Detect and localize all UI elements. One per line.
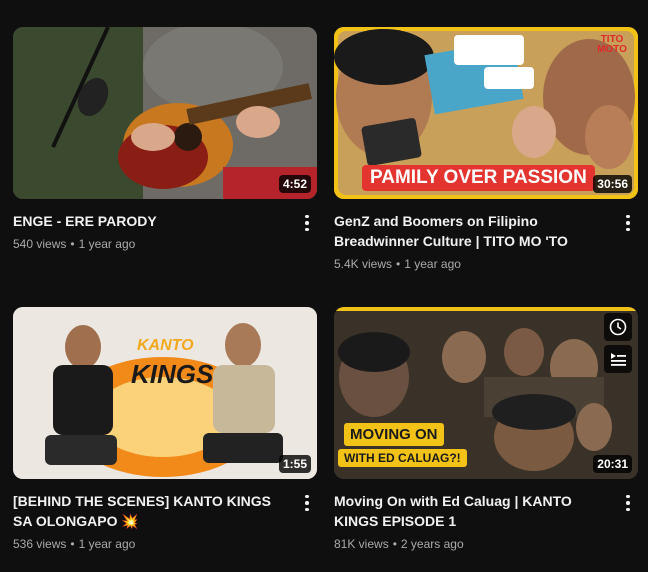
video-card[interactable]: TITO MOTO PAMILY OVER PASSION 30:56 GenZ…	[334, 27, 640, 271]
upload-age: 1 year ago	[78, 537, 136, 551]
thumbnail-caption-line1: MOVING ON	[350, 426, 438, 443]
view-count: 81K views	[334, 537, 389, 551]
clock-icon[interactable]	[604, 313, 632, 341]
video-thumbnail[interactable]: MOVING ON WITH ED CALUAG?! 20:31	[334, 307, 638, 479]
thumbnail-logo: TITO MOTO	[597, 34, 627, 55]
video-title[interactable]: Moving On with Ed Caluag | KANTO KINGS E…	[334, 491, 604, 531]
upload-age: 1 year ago	[404, 257, 461, 271]
video-card[interactable]: MOVING ON WITH ED CALUAG?! 20:31 Moving …	[334, 307, 640, 551]
video-meta: 5.4K views • 1 year ago	[334, 257, 640, 271]
upload-age: 1 year ago	[78, 237, 136, 251]
more-vert-icon[interactable]	[297, 211, 317, 235]
video-duration: 20:31	[593, 455, 632, 473]
view-count: 5.4K views	[334, 257, 393, 271]
video-card[interactable]: 4:52 ENGE - ERE PARODY 540 views • 1 year …	[13, 27, 319, 251]
more-vert-icon[interactable]	[618, 211, 638, 235]
thumbnail-logo-line1: KANTO	[137, 337, 194, 354]
video-meta: 81K views • 2 years ago	[334, 537, 640, 551]
video-duration: 1:55	[278, 455, 311, 473]
more-vert-icon[interactable]	[297, 491, 317, 515]
video-duration: 4:52	[278, 175, 311, 193]
view-count: 540 views	[13, 237, 67, 251]
video-duration: 30:56	[593, 175, 632, 193]
more-vert-icon[interactable]	[618, 491, 638, 515]
meta-separator: •	[70, 237, 75, 251]
video-title[interactable]: GenZ and Boomers on Filipino Breadwinner…	[334, 211, 604, 251]
meta-separator: •	[70, 537, 75, 551]
guitar-scene-image	[13, 27, 317, 199]
meta-separator: •	[396, 257, 401, 271]
view-count: 536 views	[13, 537, 67, 551]
thumbnail-caption-box: MOVING ON	[344, 423, 444, 446]
kanto-kings-thumbnail-image	[13, 307, 317, 479]
upload-age: 2 years ago	[400, 537, 464, 551]
thumbnail-caption: PAMILY OVER PASSION	[362, 165, 595, 191]
video-title[interactable]: [BEHIND THE SCENES] KANTO KINGS SA OLONG…	[13, 491, 283, 531]
video-meta: 540 views • 1 year ago	[13, 237, 319, 251]
video-card[interactable]: KANTO KINGS 1:55 [BEHIND THE SCENES] KAN…	[13, 307, 319, 551]
thumbnail-logo-line2: KINGS	[131, 359, 214, 389]
video-title[interactable]: ENGE - ERE PARODY	[13, 211, 283, 231]
meta-separator: •	[392, 537, 397, 551]
video-thumbnail[interactable]: KANTO KINGS 1:55	[13, 307, 317, 479]
video-thumbnail[interactable]: TITO MOTO PAMILY OVER PASSION 30:56	[334, 27, 638, 199]
thumbnail-caption-box-2: WITH ED CALUAG?!	[338, 449, 467, 467]
video-thumbnail[interactable]: 4:52	[13, 27, 317, 199]
video-meta: 536 views • 1 year ago	[13, 537, 319, 551]
add-to-queue-icon[interactable]	[604, 345, 632, 373]
thumbnail-caption-line2: WITH ED CALUAG?!	[344, 451, 461, 465]
